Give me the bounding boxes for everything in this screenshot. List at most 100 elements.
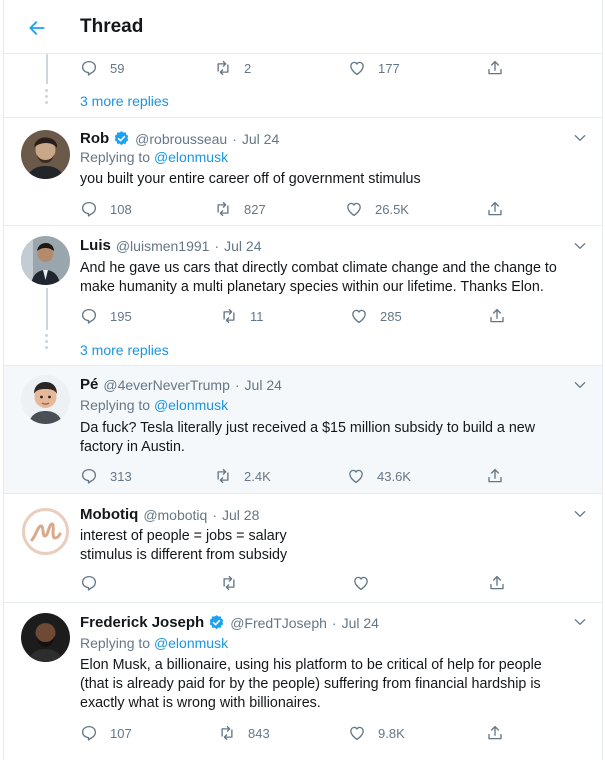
like-button[interactable]: 26.5K: [345, 198, 409, 220]
username[interactable]: @luismen1991: [116, 238, 210, 254]
mention-link[interactable]: @elonmusk: [154, 397, 228, 413]
retweet-icon: [214, 200, 232, 218]
avatar[interactable]: [21, 613, 70, 662]
tweet-text: Elon Musk, a billionaire, using his plat…: [80, 657, 542, 711]
avatar[interactable]: [21, 507, 70, 556]
more-replies-link[interactable]: 3 more replies: [80, 93, 169, 109]
tweet[interactable]: Pé @4everNeverTrump · Jul 24 Replying to…: [4, 366, 602, 494]
replying-to: Replying to @elonmusk: [80, 635, 229, 651]
display-name[interactable]: Luis: [80, 237, 111, 254]
thread-panel: Thread 59 2 177 3 more replies Rob @robr…: [3, 0, 603, 760]
like-icon: [348, 724, 366, 742]
username[interactable]: @mobotiq: [143, 507, 207, 523]
avatar[interactable]: [21, 236, 70, 285]
reply-button[interactable]: 107: [80, 722, 132, 744]
reply-icon: [80, 307, 98, 325]
like-icon: [348, 59, 366, 77]
share-button[interactable]: [486, 465, 504, 487]
chevron-down-icon[interactable]: [572, 377, 588, 393]
reply-button[interactable]: 195: [80, 305, 132, 327]
like-button[interactable]: [352, 572, 370, 594]
tweet-text: Da fuck? Tesla literally just received a…: [80, 420, 536, 455]
tweet-date[interactable]: Jul 28: [222, 507, 259, 523]
chevron-down-icon[interactable]: [572, 614, 588, 630]
like-button[interactable]: 177: [348, 57, 400, 79]
reply-icon: [80, 200, 98, 218]
share-button[interactable]: [488, 572, 506, 594]
share-button[interactable]: [486, 722, 504, 744]
like-icon: [345, 200, 363, 218]
retweet-button[interactable]: 843: [218, 722, 270, 744]
share-icon: [486, 200, 504, 218]
dot-separator: ·: [212, 506, 218, 523]
reply-button[interactable]: 313: [80, 465, 132, 487]
tweet[interactable]: Rob @robrousseau · Jul 24 Replying to @e…: [4, 118, 602, 226]
share-icon: [488, 307, 506, 325]
retweet-button[interactable]: 2: [214, 57, 251, 79]
tweet-meta: Rob @robrousseau · Jul 24: [80, 130, 279, 147]
tweet-date[interactable]: Jul 24: [342, 615, 379, 631]
reply-button[interactable]: 59: [80, 57, 124, 79]
tweet[interactable]: Mobotiq @mobotiq · Jul 28 interest of pe…: [4, 494, 602, 603]
reply-button[interactable]: [80, 572, 98, 594]
display-name[interactable]: Mobotiq: [80, 506, 138, 523]
tweet-meta: Frederick Joseph @FredTJoseph · Jul 24: [80, 614, 379, 631]
tweet-text: And he gave us cars that directly combat…: [80, 260, 557, 295]
share-button[interactable]: [486, 198, 504, 220]
tweet-date[interactable]: Jul 24: [245, 377, 282, 393]
avatar[interactable]: [21, 130, 70, 179]
reply-icon: [80, 467, 98, 485]
replying-to: Replying to @elonmusk: [80, 149, 229, 165]
mention-link[interactable]: @elonmusk: [154, 635, 228, 651]
username[interactable]: @robrousseau: [135, 131, 227, 147]
like-icon: [350, 307, 368, 325]
retweet-button[interactable]: [220, 572, 238, 594]
more-replies-link[interactable]: 3 more replies: [80, 342, 169, 358]
tweet[interactable]: Luis @luismen1991 · Jul 24 And he gave u…: [4, 226, 602, 342]
display-name[interactable]: Frederick Joseph: [80, 614, 204, 631]
share-button[interactable]: [488, 305, 506, 327]
tweet-actions: 108 827 26.5K: [80, 198, 510, 220]
display-name[interactable]: Rob: [80, 130, 109, 147]
username[interactable]: @FredTJoseph: [230, 615, 327, 631]
tweet-text: you built your entire career off of gove…: [80, 171, 421, 187]
tweet[interactable]: Frederick Joseph @FredTJoseph · Jul 24 R…: [4, 603, 602, 760]
verified-badge-icon: [113, 130, 130, 147]
mention-link[interactable]: @elonmusk: [154, 149, 228, 165]
tweet-actions: 313 2.4K 43.6K: [80, 465, 510, 487]
tweet-actions: 195 11 285: [80, 305, 510, 327]
like-icon: [352, 574, 370, 592]
like-icon: [347, 467, 365, 485]
replying-to: Replying to @elonmusk: [80, 397, 229, 413]
back-arrow-icon: [29, 21, 45, 35]
share-icon: [486, 724, 504, 742]
display-name[interactable]: Pé: [80, 376, 98, 393]
chevron-down-icon[interactable]: [572, 130, 588, 146]
username[interactable]: @4everNeverTrump: [103, 377, 230, 393]
retweet-button[interactable]: 2.4K: [214, 465, 271, 487]
like-button[interactable]: 43.6K: [347, 465, 411, 487]
share-button[interactable]: [486, 57, 504, 79]
retweet-button[interactable]: 827: [214, 198, 266, 220]
retweet-icon: [214, 59, 232, 77]
retweet-button[interactable]: 11: [220, 305, 264, 327]
thread-dots: [45, 86, 49, 107]
reply-button[interactable]: 108: [80, 198, 132, 220]
tweet-actions: 59 2 177: [80, 57, 510, 79]
tweet-date[interactable]: Jul 24: [242, 131, 279, 147]
chevron-down-icon[interactable]: [572, 506, 588, 522]
tweet-meta: Luis @luismen1991 · Jul 24: [80, 237, 261, 254]
like-button[interactable]: 9.8K: [348, 722, 405, 744]
tweet-meta: Mobotiq @mobotiq · Jul 28: [80, 506, 259, 523]
avatar[interactable]: [21, 375, 70, 424]
tweet-actions: 107 843 9.8K: [80, 722, 510, 744]
back-button[interactable]: [22, 13, 52, 43]
thread-connector: [46, 288, 48, 330]
tweet-date[interactable]: Jul 24: [224, 238, 261, 254]
dot-separator: ·: [234, 376, 240, 393]
like-button[interactable]: 285: [350, 305, 402, 327]
chevron-down-icon[interactable]: [572, 238, 588, 254]
dot-separator: ·: [331, 614, 337, 631]
reply-icon: [80, 59, 98, 77]
tweet-text: interest of people = jobs = salary stimu…: [80, 528, 288, 563]
